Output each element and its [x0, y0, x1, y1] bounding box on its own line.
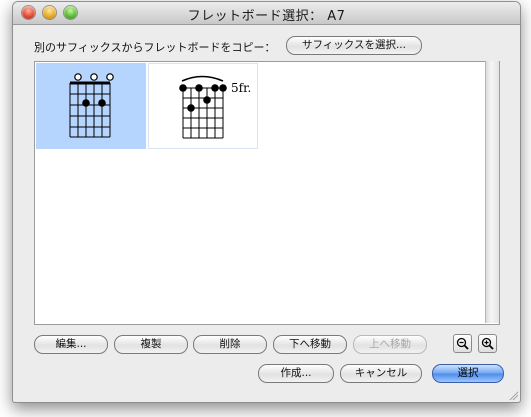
create-button[interactable]: 作成... — [258, 364, 334, 383]
title-bar: フレットボード選択： A7 — [13, 2, 520, 25]
select-suffix-button[interactable]: サフィックスを選択... — [286, 36, 422, 55]
list-scrollbar[interactable] — [485, 61, 499, 323]
copy-from-suffix-label: 別のサフィックスからフレットボードをコピー： — [34, 41, 276, 54]
zoom-out-button[interactable] — [453, 334, 472, 353]
fretboard-select-dialog: フレットボード選択： A7 別のサフィックスからフレットボードをコピー： サフィ… — [12, 1, 521, 403]
edit-button[interactable]: 編集... — [34, 335, 108, 354]
zoom-in-icon — [481, 337, 494, 350]
duplicate-button[interactable]: 複製 — [114, 335, 188, 354]
move-down-button[interactable]: 下へ移動 — [273, 335, 347, 354]
resize-grip[interactable] — [508, 390, 518, 400]
chord-diagram-a7-barre[interactable]: 5fr. — [148, 63, 258, 149]
zoom-out-icon — [456, 337, 469, 350]
fretboard-diagram-icon — [69, 73, 114, 138]
move-up-button[interactable]: 上へ移動 — [353, 335, 427, 354]
chord-diagram-a7-open[interactable] — [36, 63, 146, 149]
fretboard-list[interactable]: 5fr. — [34, 61, 500, 325]
select-button[interactable]: 選択 — [432, 364, 504, 383]
fret-position-label: 5fr. — [231, 81, 252, 95]
cancel-button[interactable]: キャンセル — [340, 364, 422, 383]
delete-button[interactable]: 削除 — [193, 335, 267, 354]
window-title: フレットボード選択： A7 — [187, 9, 346, 24]
zoom-in-button[interactable] — [478, 334, 497, 353]
fretboard-diagram-icon — [179, 75, 227, 139]
